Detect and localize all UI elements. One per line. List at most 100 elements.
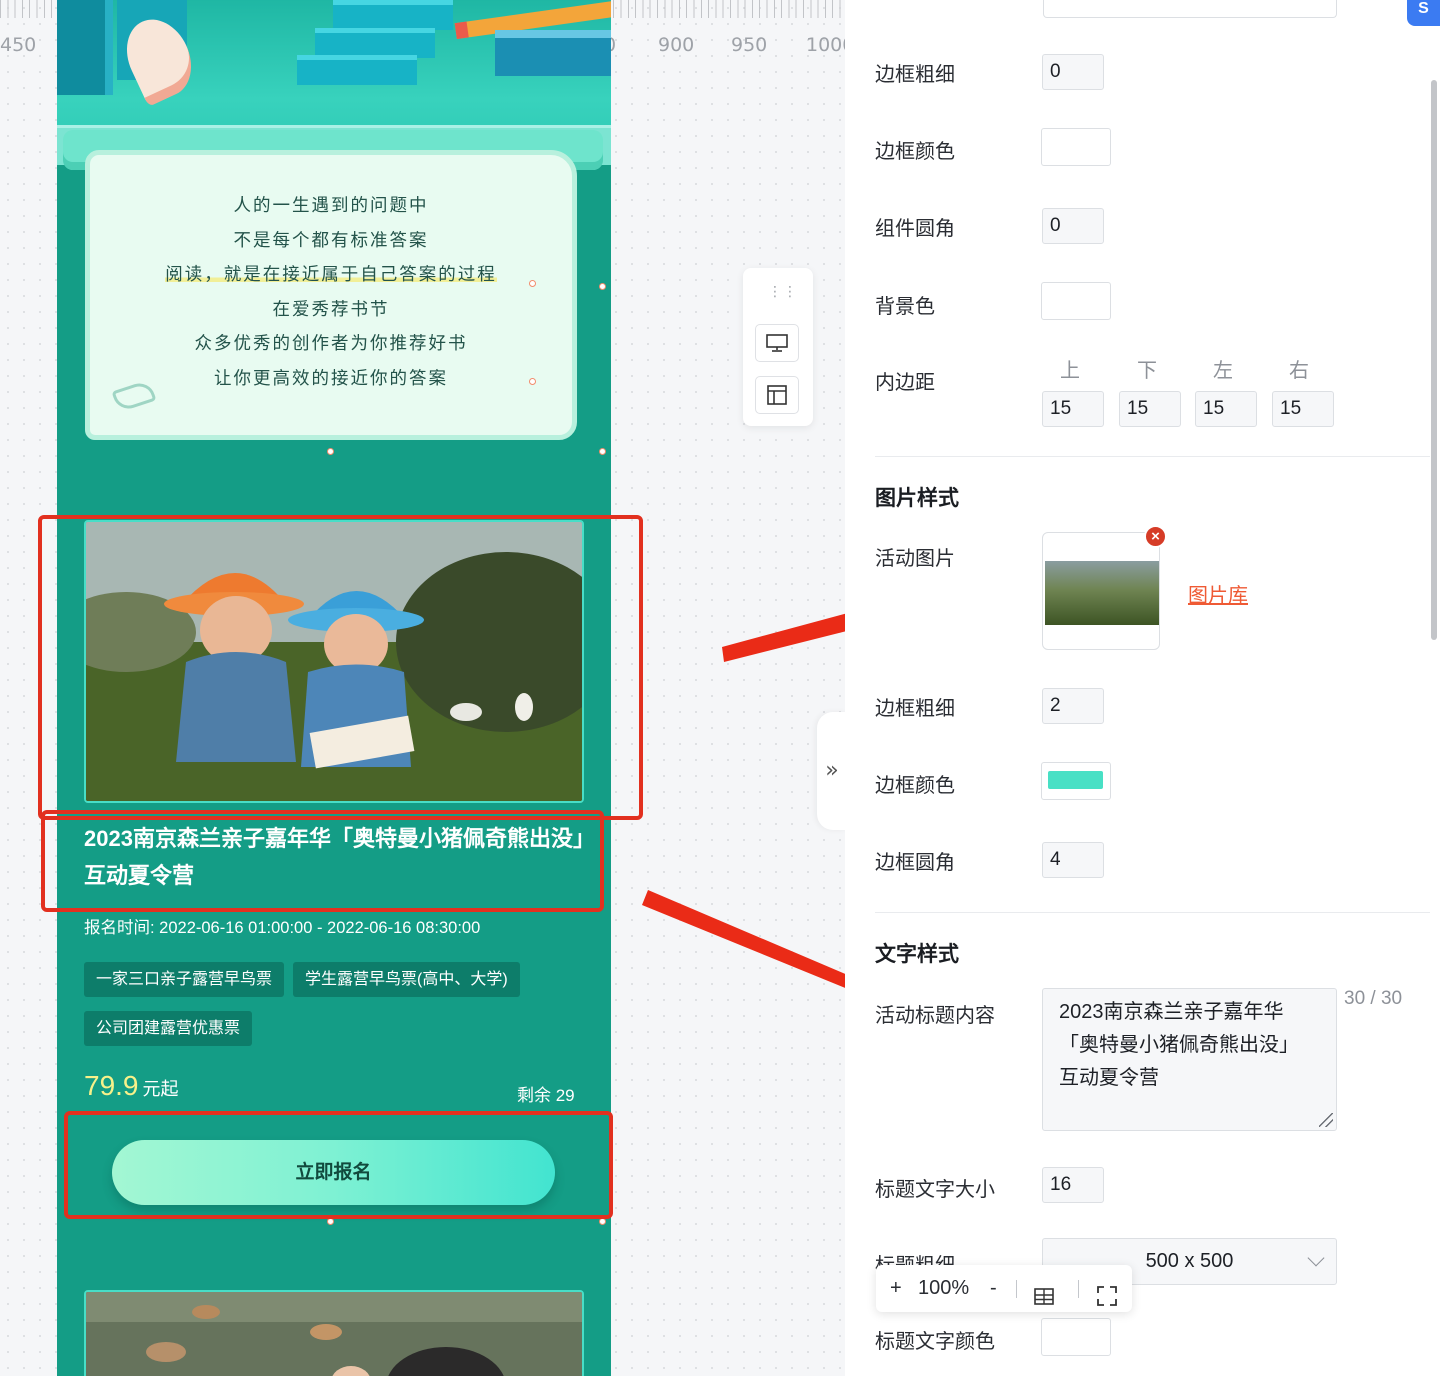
price-unit: 元起 [142,1079,179,1099]
poster-paper[interactable]: 人的一生遇到的问题中 不是每个都有标准答案 阅读，就是在接近属于自己答案的过程 … [85,150,577,440]
highlighted-text: 阅读，就是在接近属于自己答案的过程 [165,265,497,285]
stairs-step [333,0,453,30]
poster-line: 在爱秀荐书节 [272,299,390,320]
poster-line: 不是每个都有标准答案 [233,230,429,251]
img-border-width-input[interactable]: 2 [1042,688,1104,724]
textarea-line: 2023南京森兰亲子嘉年华 [1059,1001,1284,1023]
banner-book [57,0,113,95]
kids-reading-photo [86,522,582,801]
padding-top-input[interactable]: 15 [1042,391,1104,427]
ticket-tag[interactable]: 学生露营早鸟票(高中、大学) [293,962,520,997]
color-swatch [1048,771,1103,789]
image-style-heading: 图片样式 [875,487,959,510]
grid-toggle-button[interactable] [1034,1278,1054,1305]
price: 79.9 元起 [84,1070,179,1102]
poster-line: 人的一生遇到的问题中 [233,196,429,216]
img-border-color-picker[interactable] [1041,762,1111,800]
app-logo-icon[interactable]: S [1407,0,1440,26]
selection-handle[interactable] [599,1218,606,1225]
toolbar-divider [1016,1280,1017,1298]
border-width-label: 边框粗细 [875,64,955,86]
resize-handle-icon[interactable] [1319,1113,1333,1127]
collapse-panel-button[interactable]: » [817,712,847,830]
drag-handle-icon[interactable]: ⋮⋮ [768,284,797,300]
monitor-icon [766,334,788,352]
fullscreen-icon [1097,1286,1117,1306]
phone-preview[interactable]: 人的一生遇到的问题中 不是每个都有标准答案 阅读，就是在接近属于自己答案的过程 … [57,0,611,1376]
ticket-tags: 一家三口亲子露营早鸟票 学生露营早鸟票(高中、大学) 公司团建露营优惠票 [84,962,584,1046]
next-activity-photo [86,1292,582,1376]
selection-handle[interactable] [327,448,334,455]
stairs-step [297,55,417,85]
radius-input[interactable]: 0 [1042,208,1104,244]
poster-line-highlight: 阅读，就是在接近属于自己答案的过程 [90,258,572,293]
selection-handle[interactable] [599,283,606,290]
panel-scrollbar[interactable] [1431,80,1437,640]
activity-title: 2023南京森兰亲子嘉年华「奥特曼小猪佩奇熊出没」互动夏令营 [84,826,584,888]
grid-icon [1034,1288,1054,1305]
ruler-label: 900 [658,34,695,56]
img-radius-label: 边框圆角 [875,852,955,874]
bg-color-picker[interactable] [1041,282,1111,320]
border-width-input[interactable]: 0 [1042,54,1104,90]
padding-top-label: 上 [1060,360,1080,382]
selection-handle[interactable] [529,378,536,385]
img-border-color-label: 边框颜色 [875,775,955,797]
poster-line: 众多优秀的创作者为你推荐好书 [194,334,468,354]
price-value: 79.9 [84,1070,139,1101]
layout-button[interactable] [755,376,799,414]
ruler-label: 450 [0,34,37,56]
radius-label: 组件圆角 [875,218,955,240]
next-activity-image[interactable] [84,1290,584,1376]
border-color-label: 边框颜色 [875,141,955,163]
fullscreen-button[interactable] [1096,1278,1118,1306]
panel-input-stub[interactable] [1043,0,1337,18]
padding-bottom-input[interactable]: 15 [1119,391,1181,427]
border-color-picker[interactable] [1041,128,1111,166]
poster-text: 人的一生遇到的问题中 不是每个都有标准答案 阅读，就是在接近属于自己答案的过程 … [90,189,572,396]
ticket-tag[interactable]: 一家三口亲子露营早鸟票 [84,962,285,997]
padding-right-label: 右 [1289,360,1309,382]
image-library-link[interactable]: 图片库 [1188,579,1248,608]
textarea-line: 「奥特曼小猪佩奇熊出没」 [1059,1034,1299,1056]
title-content-textarea[interactable]: 2023南京森兰亲子嘉年华 「奥特曼小猪佩奇熊出没」 互动夏令营 [1042,988,1337,1131]
title-size-input[interactable]: 16 [1042,1167,1104,1203]
selection-handle[interactable] [599,448,606,455]
chevron-down-icon [1307,1249,1325,1267]
desktop-preview-button[interactable] [755,324,799,362]
title-size-label: 标题文字大小 [875,1179,995,1201]
ruler-label: 950 [731,34,768,56]
layout-icon [767,385,787,405]
registration-time: 报名时间: 2022-06-16 01:00:00 - 2022-06-16 0… [84,919,481,937]
padding-right-input[interactable]: 15 [1272,391,1334,427]
image-thumbnail[interactable] [1042,532,1160,650]
selection-handle[interactable] [327,1218,334,1225]
section-divider [875,456,1430,457]
zoom-out-button[interactable]: - [990,1265,997,1312]
toolbar-divider [1078,1280,1079,1298]
img-border-width-label: 边框粗细 [875,698,955,720]
img-radius-input[interactable]: 4 [1042,842,1104,878]
title-color-label: 标题文字颜色 [875,1331,995,1353]
activity-image[interactable] [84,520,584,803]
title-color-picker[interactable] [1041,1318,1111,1356]
ticket-tag[interactable]: 公司团建露营优惠票 [84,1011,253,1046]
delete-image-icon[interactable]: × [1144,525,1167,548]
padding-left-input[interactable]: 15 [1195,391,1257,427]
remaining-count: 剩余 29 [517,1086,575,1105]
padding-left-label: 左 [1213,360,1233,382]
selection-handle[interactable] [529,280,536,287]
title-char-count: 30 / 30 [1344,988,1403,1009]
bg-color-label: 背景色 [875,296,935,318]
section-divider [875,912,1430,913]
poster-line: 让你更高效的接近你的答案 [214,368,448,389]
banner-books-stack [495,30,611,76]
zoom-in-button[interactable]: + [890,1265,902,1312]
text-style-heading: 文字样式 [875,943,959,966]
signup-button[interactable]: 立即报名 [112,1140,555,1205]
floating-toolbar: ⋮⋮ [743,268,813,426]
zoom-level: 100% [918,1277,970,1299]
zoom-toolbar: + 100% - [876,1265,1132,1312]
padding-label: 内边距 [875,372,935,394]
textarea-line: 互动夏令营 [1059,1067,1159,1089]
